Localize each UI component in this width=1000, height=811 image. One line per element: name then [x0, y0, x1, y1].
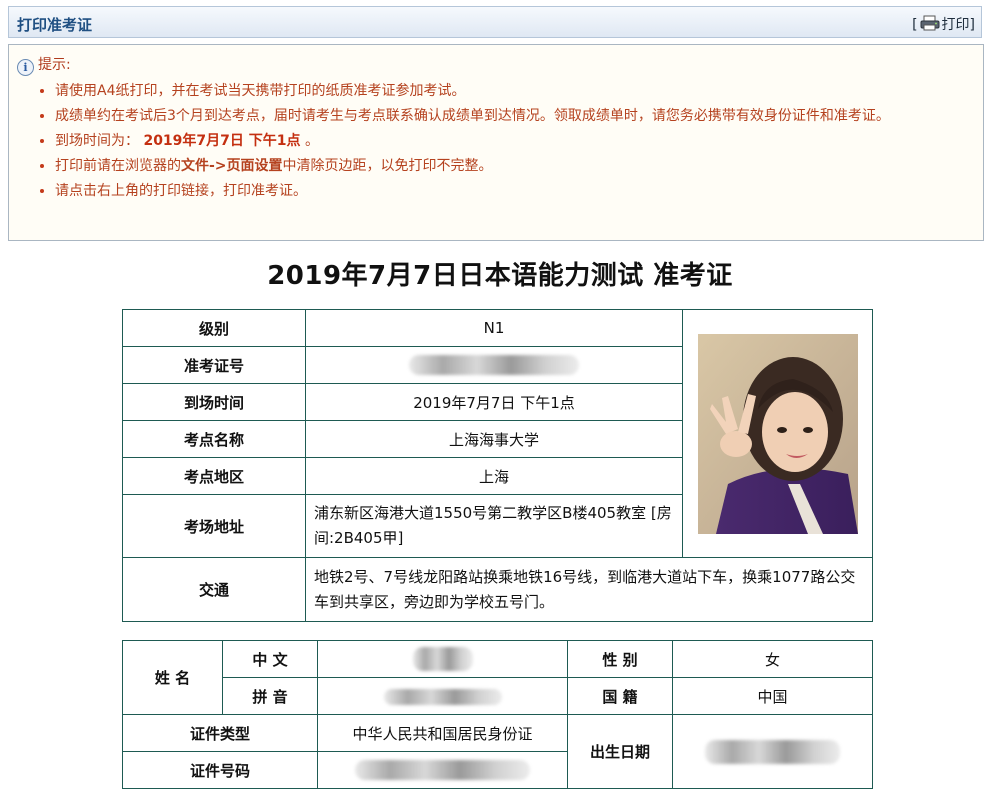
- name-label: 姓 名: [122, 640, 223, 715]
- tips-list: 请使用A4纸打印，并在考试当天携带打印的纸质准考证参加考试。 成绩单约在考试后3…: [9, 79, 985, 204]
- chinese-name-label: 中 文: [222, 640, 318, 678]
- gender-label: 性 别: [567, 640, 673, 678]
- tip-item: 请使用A4纸打印，并在考试当天携带打印的纸质准考证参加考试。: [55, 79, 985, 104]
- print-bracket-left: [: [912, 17, 918, 33]
- pinyin-name-label: 拼 音: [222, 677, 318, 715]
- nationality-value: 中国: [672, 677, 873, 715]
- page-title: 2019年7月7日日本语能力测试 准考证: [267, 261, 733, 291]
- id-number-value: [317, 751, 568, 789]
- tip-file-menu: 文件->: [181, 158, 227, 174]
- level-label: 级别: [122, 309, 306, 347]
- id-number-label: 证件号码: [122, 751, 318, 789]
- birth-date-value: [672, 714, 873, 789]
- nationality-label: 国 籍: [567, 677, 673, 715]
- id-type-label: 证件类型: [122, 714, 318, 752]
- tip-arrival-prefix: 到场时间为：: [55, 133, 139, 149]
- photo-cell: [682, 309, 873, 558]
- chinese-name-value: [317, 640, 568, 678]
- exam-address-value: 浦东新区海港大道1550号第二教学区B楼405教室 [房间:2B405甲]: [305, 494, 683, 558]
- info-icon: i: [17, 59, 34, 76]
- tip-item: 成绩单约在考试后3个月到达考点，届时请考生与考点联系确认成绩单到达情况。领取成绩…: [55, 104, 985, 129]
- redacted-ticket-number: [409, 355, 579, 375]
- page-header: 打印准考证 [ 打印]: [8, 6, 982, 38]
- personal-info-table: 姓 名 中 文 性 别 女 拼 音 国 籍 中国 证件类型 中华人民共和国居民身…: [122, 640, 873, 789]
- birth-date-label: 出生日期: [567, 714, 673, 789]
- exam-region-value: 上海: [305, 457, 683, 495]
- tips-box: i提示: 请使用A4纸打印，并在考试当天携带打印的纸质准考证参加考试。 成绩单约…: [8, 44, 984, 241]
- pinyin-name-value: [317, 677, 568, 715]
- redacted-id-number: [355, 760, 530, 780]
- tips-heading: i 提示:: [17, 54, 71, 76]
- transport-label: 交通: [122, 557, 306, 622]
- gender-value: 女: [672, 640, 873, 678]
- tip-item: 打印前请在浏览器的文件->页面设置中清除页边距，以免打印不完整。: [55, 154, 985, 179]
- exam-region-label: 考点地区: [122, 457, 306, 495]
- exam-address-label: 考场地址: [122, 494, 306, 558]
- header-title: 打印准考证: [17, 16, 93, 34]
- tip-print-a: 打印前请在浏览器的: [55, 158, 181, 174]
- print-bracket-right: ]: [969, 17, 975, 33]
- print-link[interactable]: [ 打印]: [912, 14, 975, 35]
- printer-icon[interactable]: [920, 15, 940, 35]
- arrival-time-value: 2019年7月7日 下午1点: [305, 383, 683, 421]
- tip-page-setup: 页面设置: [226, 158, 283, 174]
- redacted-chinese-name: [412, 647, 473, 671]
- tip-print-b: 中清除页边距，以免打印不完整。: [282, 158, 493, 174]
- arrival-time-label: 到场时间: [122, 383, 306, 421]
- level-value: N1: [305, 309, 683, 347]
- tips-heading-text: 提示:: [38, 57, 71, 73]
- id-type-value: 中华人民共和国居民身份证: [317, 714, 568, 752]
- ticket-number-label: 准考证号: [122, 346, 306, 384]
- transport-value: 地铁2号、7号线龙阳路站换乘地铁16号线，到临港大道站下车，换乘1077路公交车…: [305, 557, 873, 622]
- tip-item: 请点击右上角的打印链接，打印准考证。: [55, 179, 985, 204]
- exam-site-label: 考点名称: [122, 420, 306, 458]
- exam-info-table: 级别 N1 准考证号 到场时间 2019年7月7日 下午1点 考点名称 上海海事…: [122, 309, 873, 622]
- tip-arrival-suffix: 。: [304, 133, 319, 149]
- candidate-photo: [697, 333, 858, 534]
- redacted-birth-date: [705, 739, 840, 764]
- tip-item: 到场时间为： 2019年7月7日 下午1点 。: [55, 129, 985, 154]
- exam-site-value: 上海海事大学: [305, 420, 683, 458]
- print-label[interactable]: 打印: [942, 17, 970, 33]
- tip-arrival-time: 2019年7月7日 下午1点: [143, 133, 301, 149]
- redacted-pinyin-name: [383, 688, 502, 705]
- ticket-number-value: [305, 346, 683, 384]
